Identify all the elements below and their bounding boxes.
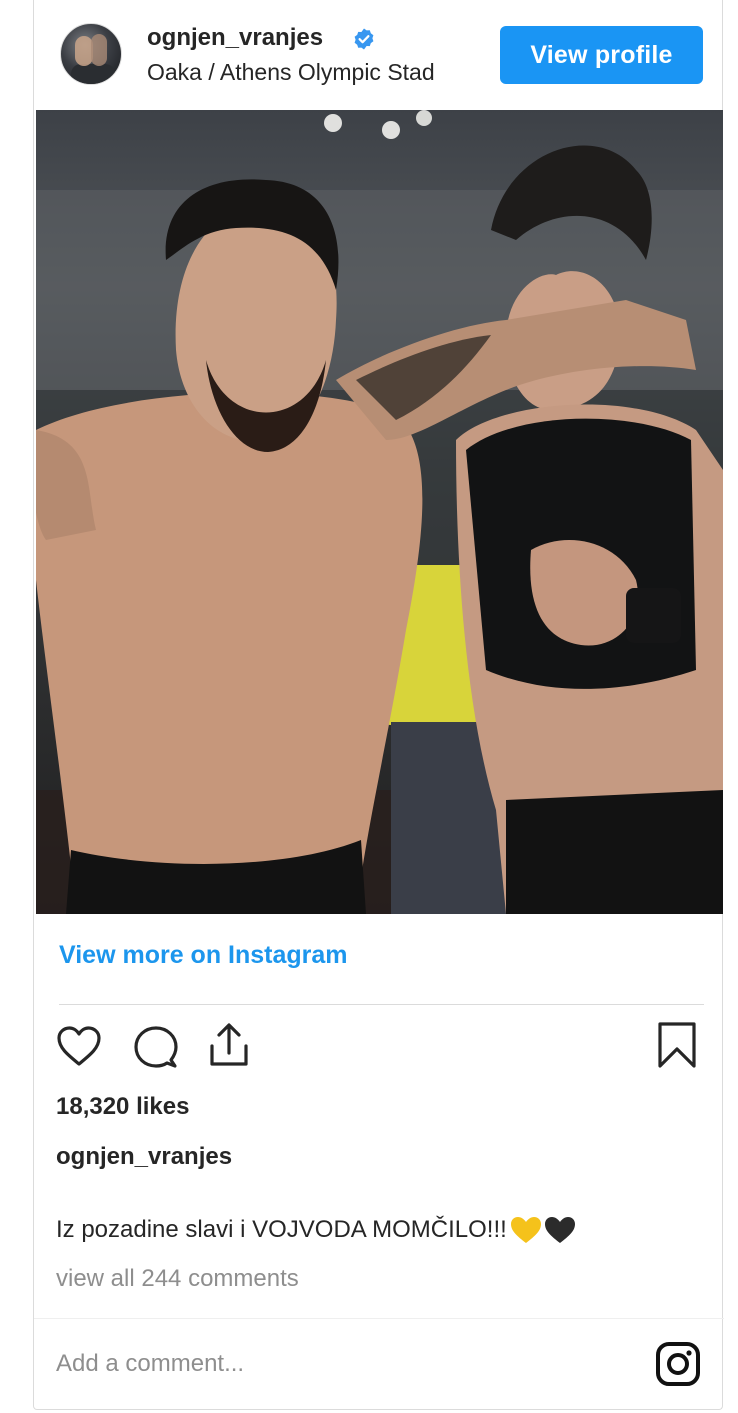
- view-more-link[interactable]: View more on Instagram: [59, 941, 348, 970]
- verified-badge-icon: [354, 28, 374, 50]
- wristband: [626, 588, 681, 643]
- caption-text: Iz pozadine slavi i VOJVODA MOMČILO!!!: [56, 1216, 507, 1243]
- divider: [34, 1318, 724, 1319]
- avatar-shape: [91, 34, 107, 66]
- likes-count[interactable]: 18,320 likes: [56, 1093, 189, 1121]
- person-left-body: [36, 392, 423, 914]
- stadium-light: [324, 114, 342, 132]
- view-profile-button[interactable]: View profile: [500, 26, 703, 84]
- instagram-embed-card: ognjen_vranjes Oaka / Athens Olympic Sta…: [33, 0, 724, 1410]
- avatar-shape: [71, 64, 115, 84]
- instagram-icon[interactable]: [654, 1340, 702, 1388]
- share-icon[interactable]: [204, 1020, 254, 1070]
- person-right-shorts: [506, 790, 723, 914]
- bookmark-icon[interactable]: [652, 1020, 702, 1070]
- location-link[interactable]: Oaka / Athens Olympic Stad: [147, 59, 435, 86]
- post-photo[interactable]: [36, 110, 723, 914]
- post-header: ognjen_vranjes Oaka / Athens Olympic Sta…: [34, 0, 724, 110]
- heart-icon[interactable]: [54, 1022, 104, 1072]
- yellow-heart-icon: [510, 1217, 541, 1243]
- caption: Iz pozadine slavi i VOJVODA MOMČILO!!!: [56, 1215, 577, 1245]
- caption-emoji: [509, 1215, 577, 1245]
- add-comment-input[interactable]: Add a comment...: [56, 1350, 244, 1378]
- black-heart-icon: [544, 1217, 575, 1243]
- avatar[interactable]: [60, 23, 122, 85]
- username-link[interactable]: ognjen_vranjes: [147, 24, 323, 52]
- divider: [59, 1004, 704, 1005]
- view-all-comments-link[interactable]: view all 244 comments: [56, 1265, 299, 1293]
- comment-icon[interactable]: [130, 1022, 180, 1072]
- photo-illustration: [36, 110, 723, 914]
- caption-username[interactable]: ognjen_vranjes: [56, 1143, 232, 1171]
- stadium-light: [382, 121, 400, 139]
- stadium-light: [416, 110, 432, 126]
